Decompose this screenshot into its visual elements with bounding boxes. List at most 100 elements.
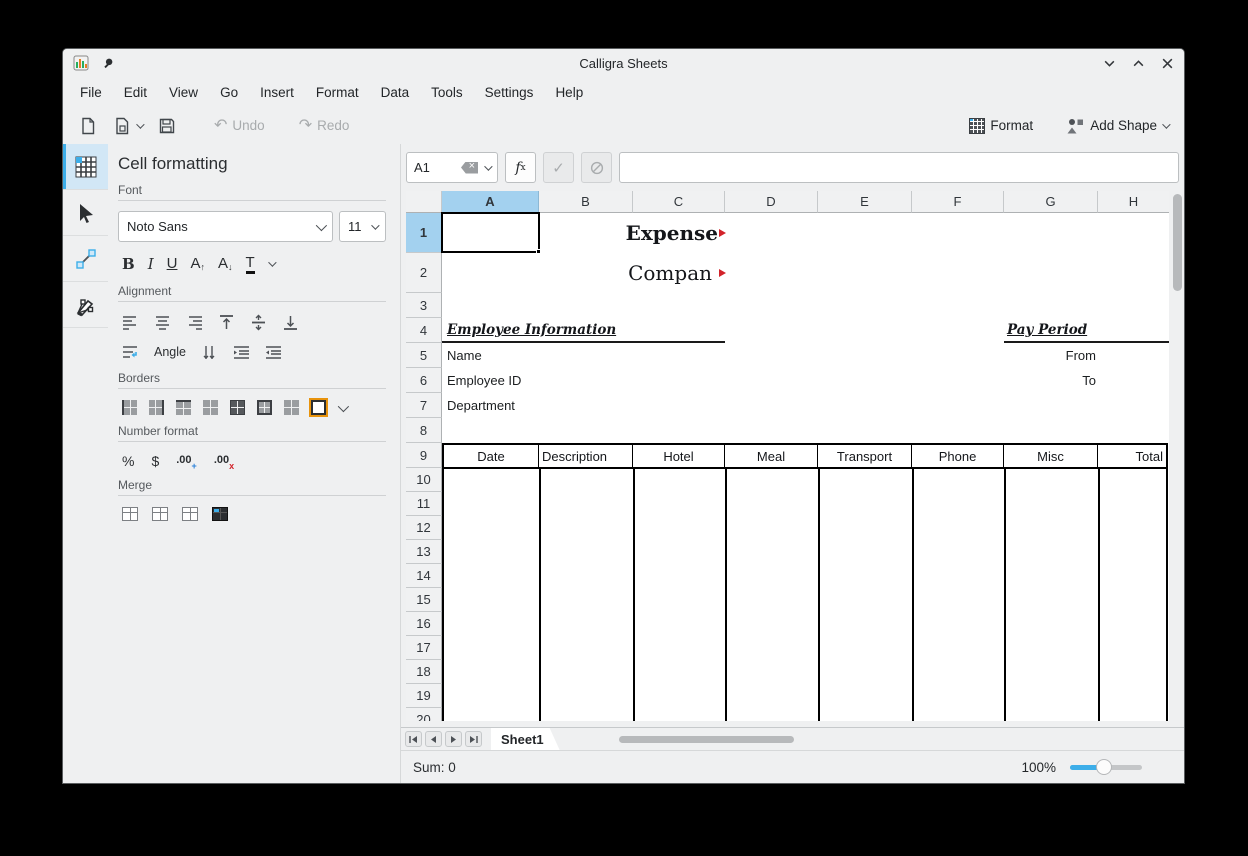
undo-button[interactable]: ↶ Undo	[208, 114, 271, 137]
clear-icon[interactable]	[461, 162, 478, 174]
close-button[interactable]	[1161, 57, 1174, 70]
shrink-font-button[interactable]: A↓	[218, 256, 233, 272]
cell-name-label[interactable]: Name	[447, 343, 482, 368]
accept-formula-button[interactable]: ✓	[543, 152, 574, 183]
column-header-H[interactable]: H	[1098, 191, 1169, 213]
row-header-10[interactable]: 10	[406, 468, 442, 492]
fill-handle[interactable]	[536, 249, 541, 254]
grow-font-button[interactable]: A↑	[190, 256, 205, 272]
connector-tool-button[interactable]	[63, 236, 108, 282]
row-header-14[interactable]: 14	[406, 564, 442, 588]
outer-border-button[interactable]	[257, 400, 272, 415]
menu-settings[interactable]: Settings	[474, 81, 545, 104]
select-all-corner[interactable]	[406, 191, 442, 213]
formula-input[interactable]	[619, 152, 1179, 183]
table-header-meal[interactable]: Meal	[725, 445, 818, 467]
table-header-phone[interactable]: Phone	[912, 445, 1004, 467]
minimize-button[interactable]	[1103, 57, 1116, 70]
angle-button[interactable]: Angle	[154, 345, 186, 359]
increase-indent-button[interactable]	[265, 344, 282, 361]
menu-edit[interactable]: Edit	[113, 81, 158, 104]
table-header-total[interactable]: Total	[1098, 445, 1166, 467]
open-document-button[interactable]	[107, 113, 148, 139]
row-header-12[interactable]: 12	[406, 516, 442, 540]
text-color-button[interactable]: T	[246, 255, 255, 274]
row-header-16[interactable]: 16	[406, 612, 442, 636]
wrap-text-button[interactable]	[122, 344, 139, 361]
row-header-6[interactable]: 6	[406, 368, 442, 393]
row-header-8[interactable]: 8	[406, 418, 442, 443]
column-header-D[interactable]: D	[725, 191, 818, 213]
border-top-button[interactable]	[176, 400, 191, 415]
no-border-button[interactable]	[284, 400, 299, 415]
new-document-button[interactable]	[73, 113, 103, 139]
cell-to-label[interactable]: To	[1082, 368, 1096, 393]
menu-go[interactable]: Go	[209, 81, 249, 104]
border-left-button[interactable]	[122, 400, 137, 415]
menu-view[interactable]: View	[158, 81, 209, 104]
row-header-19[interactable]: 19	[406, 684, 442, 708]
italic-button[interactable]: I	[148, 256, 154, 272]
cell-reference-chevron-icon[interactable]	[484, 162, 492, 170]
merge-vertical-button[interactable]	[182, 507, 198, 521]
row-header-7[interactable]: 7	[406, 393, 442, 418]
menu-help[interactable]: Help	[544, 81, 594, 104]
column-header-E[interactable]: E	[818, 191, 912, 213]
cell-selection-A1[interactable]	[441, 212, 540, 253]
cell-reference-box[interactable]: A1	[406, 152, 498, 183]
cell-department-label[interactable]: Department	[447, 393, 515, 418]
row-header-15[interactable]: 15	[406, 588, 442, 612]
row-header-4[interactable]: 4	[406, 318, 442, 343]
column-header-G[interactable]: G	[1004, 191, 1098, 213]
bold-button[interactable]: B	[122, 256, 135, 272]
titlebar[interactable]: Calligra Sheets	[63, 49, 1184, 77]
table-header-date[interactable]: Date	[444, 445, 539, 467]
align-middle-button[interactable]	[250, 314, 267, 331]
next-sheet-button[interactable]	[445, 731, 462, 747]
row-header-20[interactable]: 20	[406, 708, 442, 721]
previous-sheet-button[interactable]	[425, 731, 442, 747]
vertical-text-button[interactable]	[201, 344, 218, 361]
row-header-5[interactable]: 5	[406, 343, 442, 368]
font-family-select[interactable]: Noto Sans	[118, 211, 333, 242]
row-header-9[interactable]: 9	[406, 443, 442, 468]
format-toolbar-button[interactable]: Format	[963, 114, 1039, 138]
tab-sheet1[interactable]: Sheet1	[491, 728, 560, 750]
path-edit-tool-button[interactable]	[63, 282, 108, 328]
vertical-scrollbar-thumb[interactable]	[1173, 194, 1182, 291]
zoom-slider[interactable]	[1070, 765, 1142, 770]
column-header-F[interactable]: F	[912, 191, 1004, 213]
menu-insert[interactable]: Insert	[249, 81, 305, 104]
table-header-misc[interactable]: Misc	[1004, 445, 1098, 467]
all-borders-button[interactable]	[230, 400, 245, 415]
unmerge-cells-button[interactable]	[212, 507, 228, 521]
table-header-transport[interactable]: Transport	[818, 445, 912, 467]
border-chevron-icon[interactable]	[338, 400, 349, 411]
cell-from-label[interactable]: From	[1066, 343, 1096, 368]
cell-employee-id-label[interactable]: Employee ID	[447, 368, 521, 393]
row-header-3[interactable]: 3	[406, 293, 442, 318]
insert-function-button[interactable]: fx	[505, 152, 536, 183]
column-header-A[interactable]: A	[442, 191, 539, 213]
cancel-formula-button[interactable]	[581, 152, 612, 183]
menu-data[interactable]: Data	[370, 81, 421, 104]
last-sheet-button[interactable]	[465, 731, 482, 747]
font-size-select[interactable]: 11	[339, 211, 386, 242]
cell-expense-title[interactable]: Expense	[539, 213, 718, 253]
align-left-button[interactable]	[122, 314, 139, 331]
border-color-button[interactable]	[311, 400, 326, 415]
save-button[interactable]	[152, 113, 182, 139]
column-header-B[interactable]: B	[539, 191, 633, 213]
cell-employee-information[interactable]: Employee Information	[447, 318, 616, 343]
shape-select-tool-button[interactable]	[63, 190, 108, 236]
increase-precision-button[interactable]: .00+	[176, 454, 197, 468]
border-bottom-button[interactable]	[203, 400, 218, 415]
cell-company-title[interactable]: Compan	[539, 253, 712, 293]
horizontal-scrollbar-thumb[interactable]	[619, 736, 794, 743]
menu-file[interactable]: File	[69, 81, 113, 104]
row-header-2[interactable]: 2	[406, 253, 442, 293]
first-sheet-button[interactable]	[405, 731, 422, 747]
vertical-scrollbar[interactable]	[1169, 191, 1185, 727]
merge-horizontal-button[interactable]	[152, 507, 168, 521]
underline-button[interactable]: U	[167, 256, 178, 272]
